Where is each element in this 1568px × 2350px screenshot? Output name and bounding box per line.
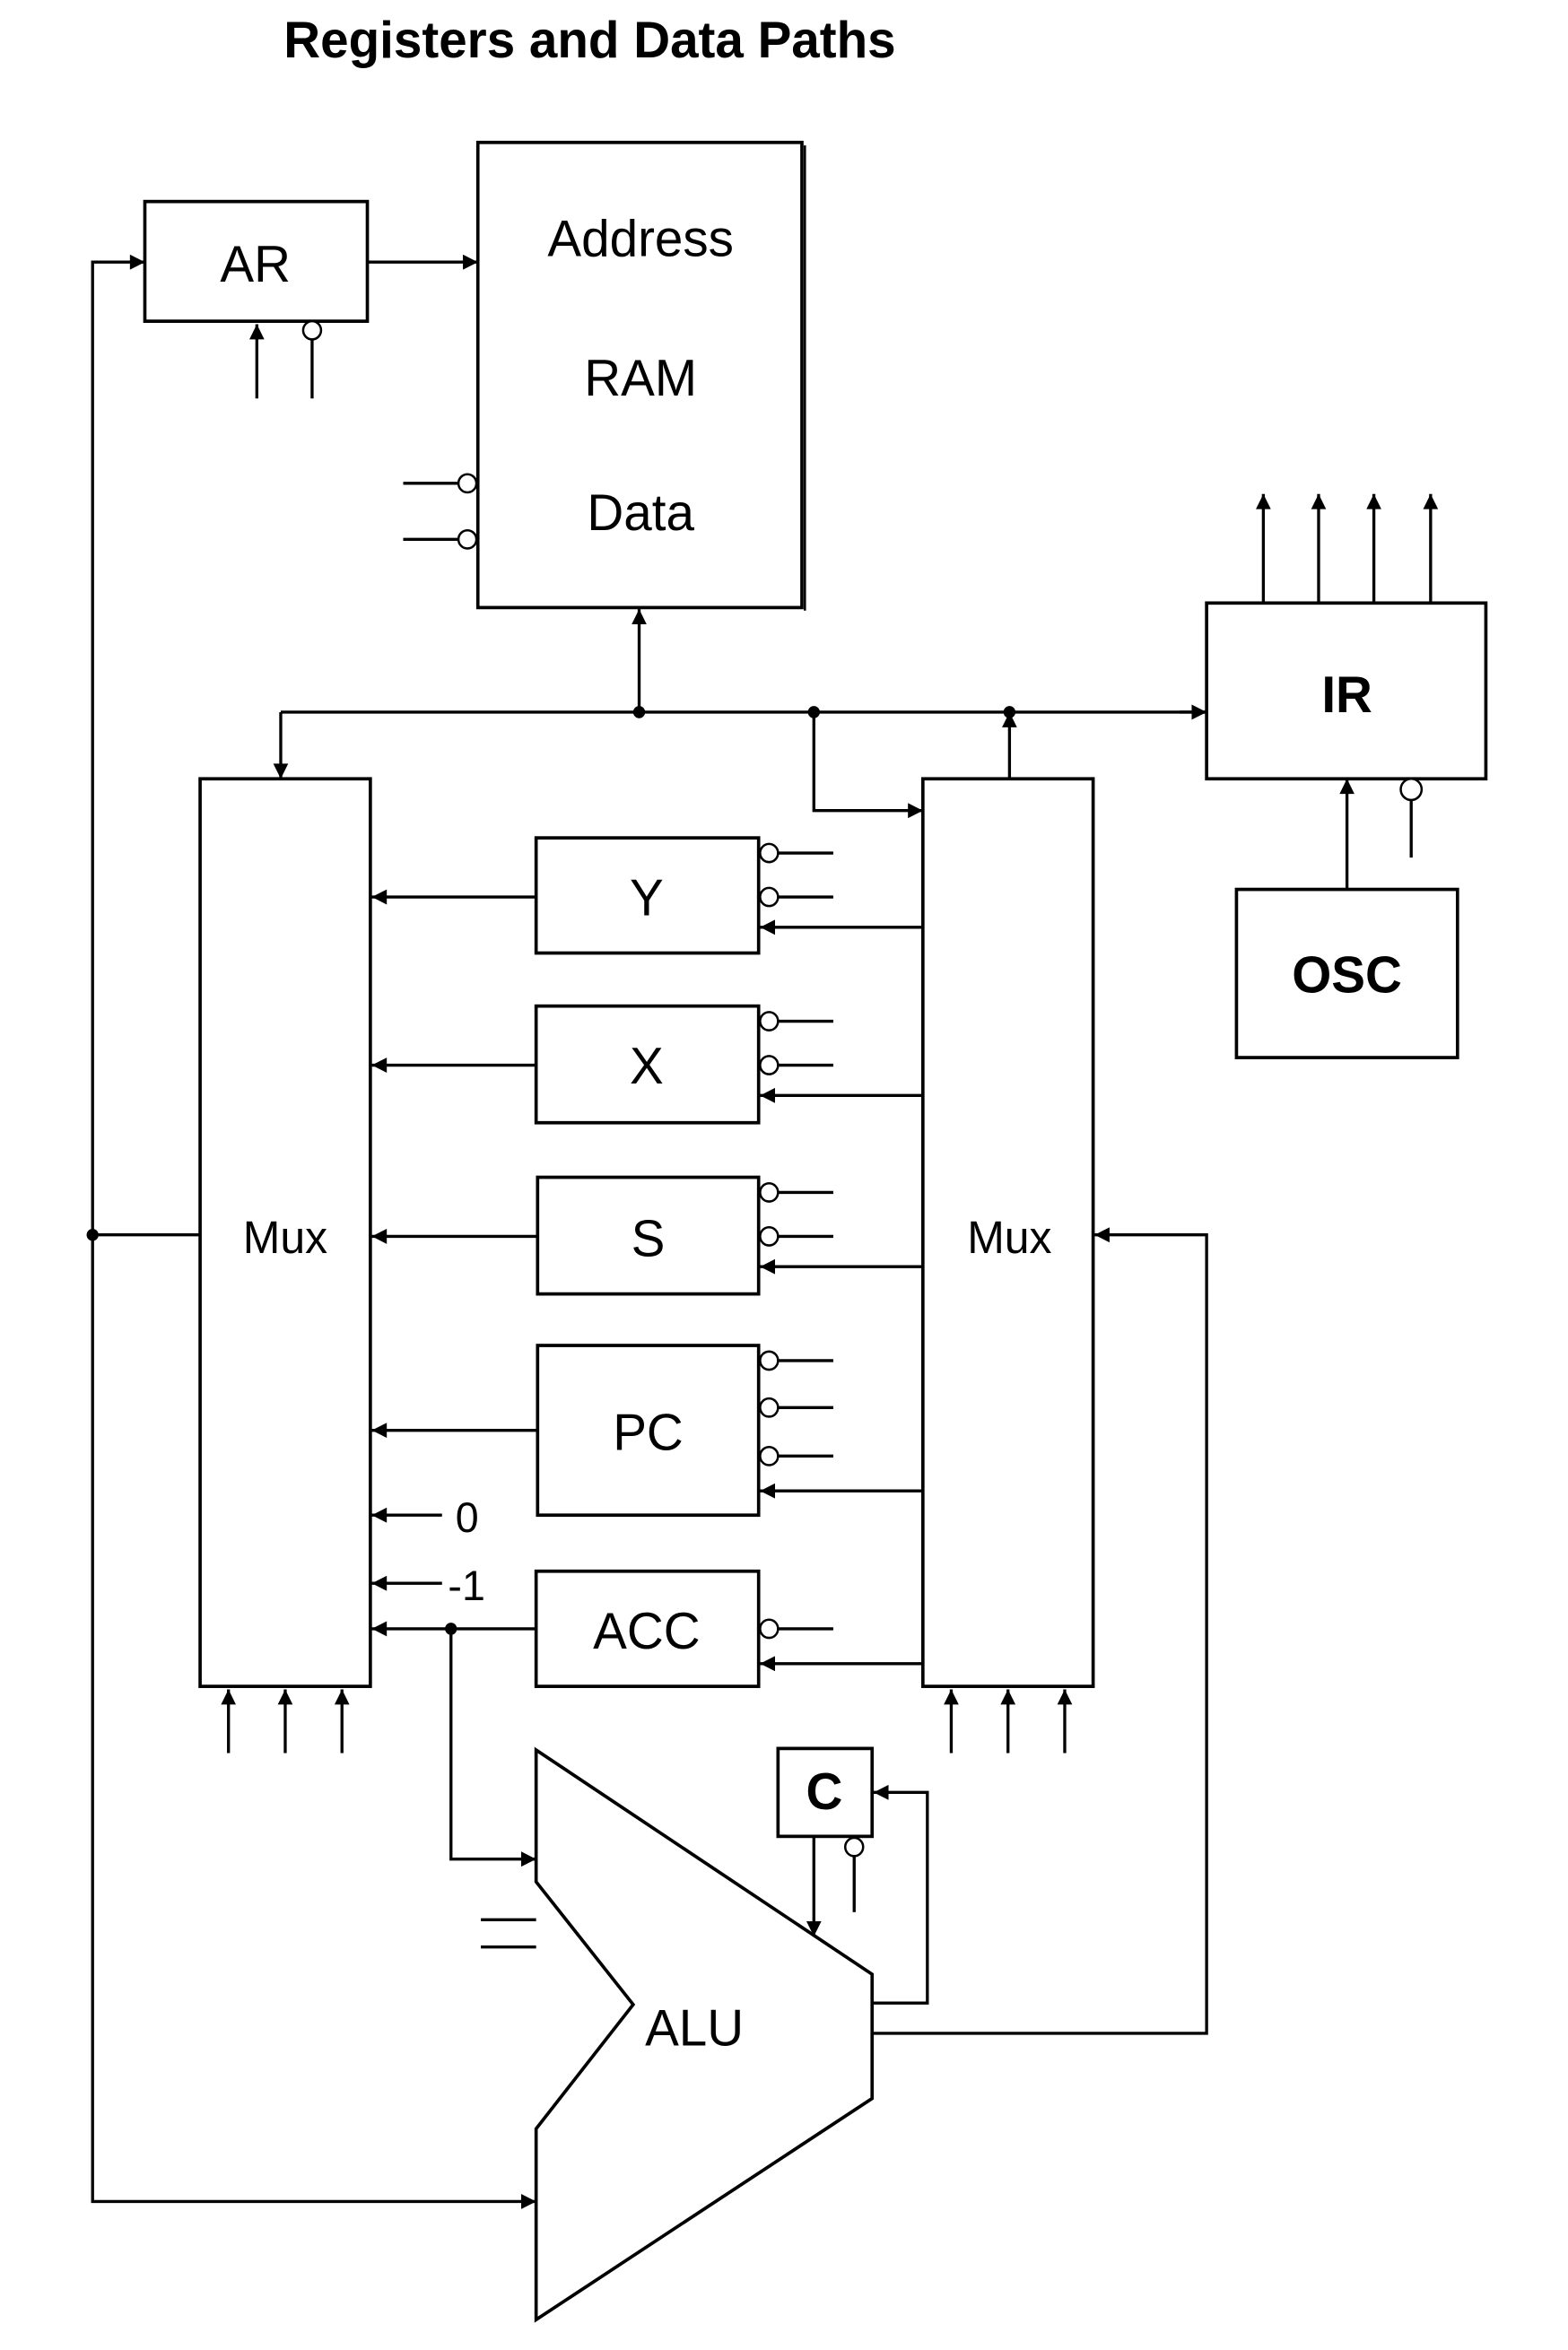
y-register: Y: [534, 836, 761, 955]
carry-enable-bubble: [844, 1836, 865, 1858]
x-control-bubble-2: [759, 1055, 780, 1075]
acc-register: ACC: [534, 1569, 761, 1688]
left-mux-label: Mux: [243, 1212, 327, 1263]
diagram-title: Registers and Data Paths: [283, 12, 895, 69]
s-label: S: [632, 1210, 666, 1267]
acc-control-bubble: [759, 1618, 780, 1640]
x-register: X: [534, 1004, 761, 1125]
left-mux: Mux: [198, 777, 372, 1688]
datapath-diagram: Registers and Data Paths AR Address RAM …: [86, 12, 1488, 2323]
acc-label: ACC: [593, 1603, 700, 1660]
ram-data-label: Data: [587, 484, 694, 542]
carry-flag-register: C: [776, 1746, 875, 1839]
ram-block: Address RAM Data: [475, 140, 806, 611]
osc-block: OSC: [1234, 887, 1459, 1059]
osc-label: OSC: [1292, 946, 1402, 1004]
const-zero-label: 0: [456, 1493, 479, 1541]
left-mux-to-ar-arrow: [91, 254, 145, 1235]
s-control-bubble-1: [759, 1182, 780, 1203]
ir-enable-bubble: [1399, 777, 1424, 802]
s-register: S: [536, 1175, 761, 1296]
ar-register: AR: [143, 199, 370, 323]
acc-to-alu-arrow: [449, 1628, 536, 1867]
bus-to-right-mux-arrow: [812, 711, 923, 819]
bus-junction-ram: [632, 706, 646, 718]
ar-enable-bubble: [301, 319, 323, 341]
s-control-bubble-2: [759, 1226, 780, 1247]
const-minus-one-label: -1: [448, 1562, 484, 1609]
alu-carry-out-arrow: [872, 1784, 929, 2005]
x-control-bubble-1: [759, 1011, 780, 1031]
right-mux-label: Mux: [967, 1212, 1051, 1263]
ir-register: IR: [1205, 601, 1488, 781]
alu-label: ALU: [645, 1999, 744, 2057]
ir-label: IR: [1321, 666, 1372, 724]
y-control-bubble-1: [759, 842, 780, 864]
ram-control-bubble-2: [457, 528, 478, 550]
ram-address-label: Address: [547, 210, 734, 267]
pc-control-bubble-3: [759, 1445, 780, 1467]
ram-label: RAM: [584, 350, 697, 407]
ram-control-bubble-1: [457, 473, 478, 494]
pc-label: PC: [613, 1404, 684, 1461]
ar-label: AR: [220, 236, 291, 293]
pc-control-bubble-1: [759, 1350, 780, 1371]
pc-register: PC: [536, 1344, 761, 1518]
y-label: Y: [630, 869, 664, 927]
x-label: X: [630, 1037, 664, 1094]
y-control-bubble-2: [759, 886, 780, 908]
pc-control-bubble-2: [759, 1397, 780, 1418]
carry-label: C: [806, 1763, 843, 1821]
right-mux: Mux: [920, 777, 1095, 1688]
